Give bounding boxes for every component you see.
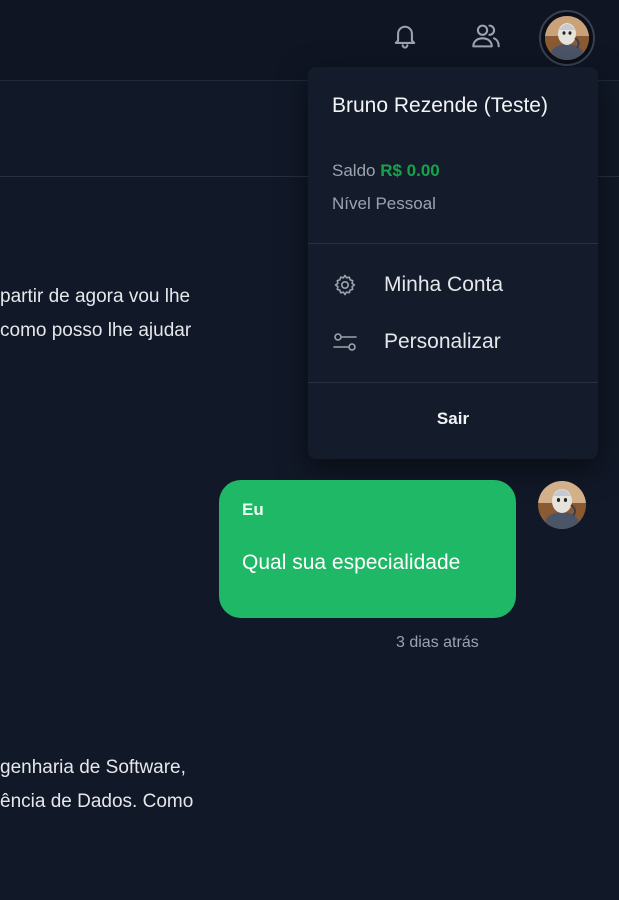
gear-icon	[332, 273, 358, 297]
avatar	[538, 481, 586, 529]
assistant-message-line: partir de agora vou lhe	[0, 286, 191, 307]
menu-item-label: Personalizar	[384, 330, 501, 353]
sliders-icon	[332, 330, 358, 354]
message-text: Qual sua especialidade	[242, 551, 461, 574]
user-name: Bruno Rezende (Teste)	[332, 94, 548, 117]
menu-divider	[308, 382, 598, 383]
assistant-message-line: genharia de Software,	[0, 757, 186, 778]
balance-label: Saldo	[332, 161, 376, 180]
message-author: Eu	[242, 500, 264, 519]
avatar	[545, 16, 589, 60]
bell-icon[interactable]	[389, 20, 421, 52]
menu-divider	[308, 243, 598, 244]
users-icon[interactable]	[470, 20, 502, 52]
menu-item-personalizar[interactable]: Personalizar	[308, 319, 598, 365]
logout-button[interactable]: Sair	[308, 399, 598, 439]
menu-item-minha-conta[interactable]: Minha Conta	[308, 262, 598, 308]
user-message-bubble: Eu Qual sua especialidade	[219, 480, 516, 618]
message-timestamp: 3 dias atrás	[396, 634, 479, 651]
user-level: Nível Pessoal	[332, 194, 436, 213]
assistant-message-line: como posso lhe ajudar	[0, 320, 192, 341]
balance-value: R$ 0.00	[380, 161, 440, 180]
user-balance: Saldo R$ 0.00	[332, 161, 440, 181]
user-avatar-button[interactable]	[539, 10, 595, 66]
user-dropdown-menu: Bruno Rezende (Teste) Saldo R$ 0.00 Níve…	[308, 67, 598, 459]
menu-item-label: Minha Conta	[384, 273, 504, 296]
assistant-message-line: ência de Dados. Como	[0, 791, 194, 812]
